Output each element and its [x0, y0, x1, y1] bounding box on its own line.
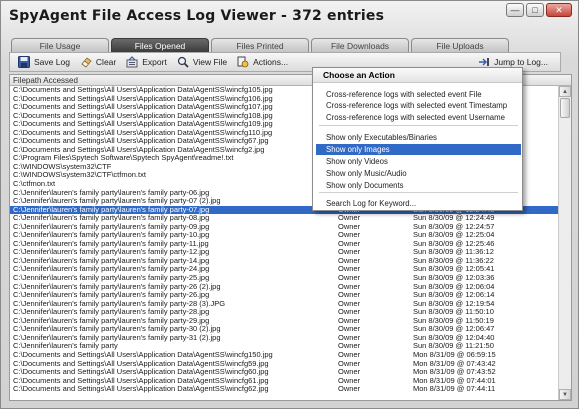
view-file-label: View File: [192, 57, 228, 67]
jump-to-log-label: Jump to Log...: [494, 57, 548, 67]
cell-path: C:\Jennifer\lauren's family party\lauren…: [13, 291, 210, 300]
actions-button[interactable]: Actions...: [233, 53, 294, 71]
cell-path: C:\Documents and Settings\All Users\Appl…: [13, 385, 269, 394]
menu-item-xref-file[interactable]: Cross-reference logs with selected event…: [316, 89, 521, 100]
tab-files-opened[interactable]: Files Opened: [111, 38, 209, 52]
menu-header: Choose an Action: [313, 68, 522, 83]
actions-menu: Choose an Action Cross-reference logs wi…: [312, 67, 523, 211]
cell-path: C:\Jennifer\lauren's family party\lauren…: [13, 231, 210, 240]
cell-path: C:\Documents and Settings\All Users\Appl…: [13, 120, 273, 129]
tab-files-printed[interactable]: Files Printed: [211, 38, 309, 52]
cell-path: C:\Jennifer\lauren's family party\lauren…: [13, 308, 210, 317]
cell-path: C:\Documents and Settings\All Users\Appl…: [13, 94, 273, 103]
clear-label: Clear: [95, 57, 117, 67]
scroll-thumb[interactable]: [560, 98, 570, 118]
cell-path: C:\Jennifer\lauren's family party\lauren…: [13, 214, 210, 223]
scroll-up-icon[interactable]: ▲: [559, 86, 571, 97]
export-label: Export: [142, 57, 167, 67]
scroll-down-icon[interactable]: ▼: [559, 389, 571, 400]
export-button[interactable]: Export: [122, 53, 173, 71]
vertical-scrollbar[interactable]: ▲ ▼: [558, 86, 571, 400]
cell-path: C:\Jennifer\lauren's family party\lauren…: [13, 256, 210, 265]
cell-path: C:\Jennifer\lauren's family party\lauren…: [13, 197, 221, 206]
cell-path: C:\WINDOWS\system32\CTF: [13, 162, 112, 171]
magnifier-icon: [177, 56, 189, 68]
menu-item-show-videos[interactable]: Show only Videos: [316, 156, 521, 167]
cell-path: C:\Program Files\Spytech Software\Spytec…: [13, 154, 234, 163]
close-button[interactable]: ✕: [546, 3, 572, 17]
table-row[interactable]: C:\Documents and Settings\All Users\Appl…: [10, 385, 559, 394]
cell-path: C:\Jennifer\lauren's family party\lauren…: [13, 188, 210, 197]
menu-separator: [319, 192, 518, 193]
maximize-button[interactable]: □: [526, 3, 544, 17]
minimize-button[interactable]: —: [506, 3, 524, 17]
cell-path: C:\Documents and Settings\All Users\Appl…: [13, 128, 273, 137]
eraser-icon: [81, 57, 92, 68]
cell-path: C:\Jennifer\lauren's family party\lauren…: [13, 333, 221, 342]
menu-item-show-images[interactable]: Show only Images: [316, 144, 521, 155]
cell-path: C:\Documents and Settings\All Users\Appl…: [13, 103, 273, 112]
tab-bar: File Usage Files Opened Files Printed Fi…: [11, 38, 509, 52]
cell-path: C:\Jennifer\lauren's family party\lauren…: [13, 222, 210, 231]
tab-file-uploads[interactable]: File Uploads: [411, 38, 509, 52]
clear-button[interactable]: Clear: [76, 53, 122, 71]
cell-path: C:\Documents and Settings\All Users\Appl…: [13, 145, 265, 154]
cell-path: C:\Jennifer\lauren's family party: [13, 342, 118, 351]
save-log-button[interactable]: Save Log: [14, 53, 76, 71]
cell-date: Mon 8/31/09 @ 07:44:11: [413, 384, 496, 394]
view-file-button[interactable]: View File: [173, 53, 233, 71]
menu-separator: [319, 125, 518, 126]
menu-item-xref-timestamp[interactable]: Cross-reference logs with selected event…: [316, 100, 521, 111]
cell-path: C:\Documents and Settings\All Users\Appl…: [13, 376, 269, 385]
menu-item-xref-username[interactable]: Cross-reference logs with selected event…: [316, 112, 521, 123]
export-icon: [126, 56, 138, 68]
cell-path: C:\ctfmon.txt: [13, 180, 56, 189]
menu-item-search-keyword[interactable]: Search Log for Keyword...: [316, 198, 521, 209]
menu-item-show-documents[interactable]: Show only Documents: [316, 180, 521, 191]
window-controls: — □ ✕: [506, 3, 572, 17]
cell-path: C:\Jennifer\lauren's family party\lauren…: [13, 239, 209, 248]
cell-path: C:\Jennifer\lauren's family party\lauren…: [13, 205, 210, 214]
cell-path: C:\Documents and Settings\All Users\Appl…: [13, 137, 269, 146]
window-title: SpyAgent File Access Log Viewer - 372 en…: [9, 8, 385, 24]
tab-file-usage[interactable]: File Usage: [11, 38, 109, 52]
cell-path: C:\Documents and Settings\All Users\Appl…: [13, 368, 269, 377]
cell-path: C:\Documents and Settings\All Users\Appl…: [13, 86, 273, 94]
cell-path: C:\Documents and Settings\All Users\Appl…: [13, 350, 273, 359]
cell-path: C:\Jennifer\lauren's family party\lauren…: [13, 274, 210, 283]
cell-path: C:\Jennifer\lauren's family party\lauren…: [13, 316, 210, 325]
log-viewer-window: SpyAgent File Access Log Viewer - 372 en…: [0, 0, 579, 409]
tab-file-downloads[interactable]: File Downloads: [311, 38, 409, 52]
cell-path: C:\Jennifer\lauren's family party\lauren…: [13, 325, 221, 334]
cell-path: C:\Jennifer\lauren's family party\lauren…: [13, 299, 226, 308]
cell-path: C:\Jennifer\lauren's family party\lauren…: [13, 248, 210, 257]
cell-path: C:\Jennifer\lauren's family party\lauren…: [13, 265, 210, 274]
save-log-label: Save Log: [34, 57, 70, 67]
cell-path: C:\WINDOWS\system32\CTF\ctfmon.txt: [13, 171, 146, 180]
menu-item-show-executables[interactable]: Show only Executables/Binaries: [316, 132, 521, 143]
menu-item-show-music[interactable]: Show only Music/Audio: [316, 168, 521, 179]
actions-icon: [237, 56, 249, 68]
cell-path: C:\Documents and Settings\All Users\Appl…: [13, 111, 273, 120]
filepath-column-header[interactable]: Filepath Accessed: [10, 75, 350, 85]
cell-path: C:\Documents and Settings\All Users\Appl…: [13, 359, 269, 368]
actions-label: Actions...: [253, 57, 289, 67]
cell-path: C:\Jennifer\lauren's family party\lauren…: [13, 282, 221, 291]
floppy-disk-icon: [18, 56, 30, 68]
cell-user: Owner: [338, 384, 361, 394]
